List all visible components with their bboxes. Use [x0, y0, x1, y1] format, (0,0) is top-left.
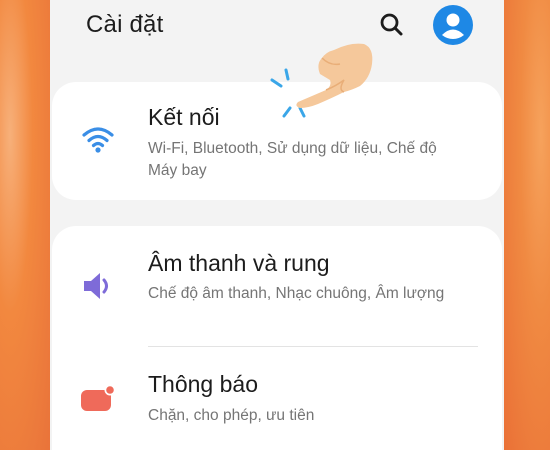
- search-button[interactable]: [377, 10, 407, 40]
- settings-item-sounds[interactable]: Âm thanh và rung Chế độ âm thanh, Nhạc c…: [52, 226, 502, 346]
- settings-item-title: Thông báo: [148, 371, 258, 397]
- settings-item-title: Âm thanh và rung: [148, 250, 330, 276]
- settings-item-description: Chế độ âm thanh, Nhạc chuông, Âm lượng: [148, 285, 445, 302]
- profile-button[interactable]: [433, 5, 473, 45]
- background-right: [504, 0, 550, 450]
- page-title: Cài đặt: [86, 11, 164, 38]
- background-left: [0, 0, 50, 450]
- pointing-hand-icon: [260, 34, 380, 134]
- settings-item-notifications[interactable]: Thông báo Chặn, cho phép, ưu tiên: [52, 347, 502, 450]
- settings-item-description: Wi-Fi, Bluetooth, Sử dụng dữ liệu, Chế đ…: [148, 140, 437, 179]
- account-circle-icon: [442, 13, 464, 39]
- settings-screen: Cài đặt Kết nối Wi-Fi, Bluetooth, Sử dụn…: [50, 0, 504, 450]
- settings-item-description: Chặn, cho phép, ưu tiên: [148, 407, 315, 424]
- wifi-icon: [78, 119, 118, 159]
- search-icon: [380, 13, 403, 36]
- settings-item-title: Kết nối: [148, 104, 220, 130]
- speaker-icon: [78, 266, 118, 306]
- settings-group-sounds-notifications: Âm thanh và rung Chế độ âm thanh, Nhạc c…: [52, 226, 502, 450]
- notification-icon: [78, 379, 118, 419]
